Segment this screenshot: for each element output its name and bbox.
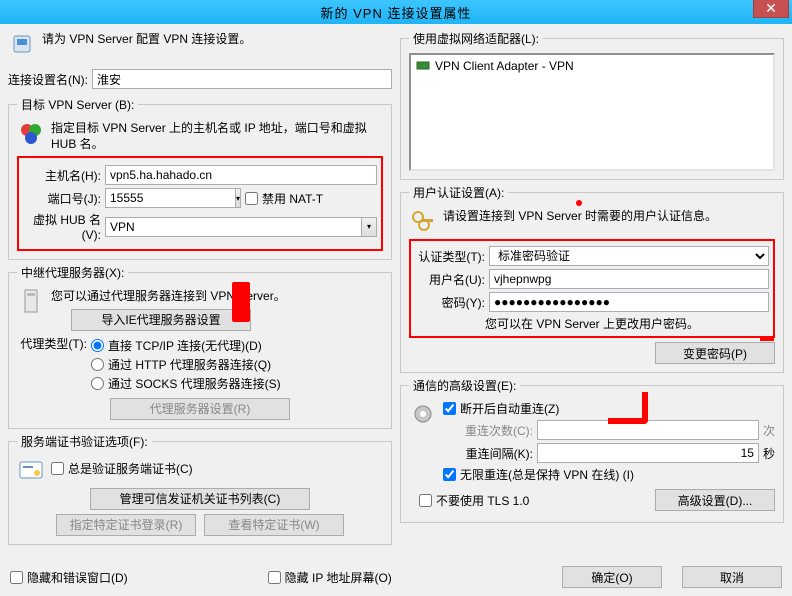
import-ie-button[interactable]: 导入IE代理服务器设置 xyxy=(71,309,251,331)
target-server-group: 目标 VPN Server (B): 指定目标 VPN Server 上的主机名… xyxy=(8,96,392,260)
proxy-direct-radio[interactable] xyxy=(91,339,104,352)
retry-interval-input[interactable] xyxy=(537,443,759,463)
cert-legend: 服务端证书验证选项(F): xyxy=(17,433,152,450)
target-server-legend: 目标 VPN Server (B): xyxy=(17,96,138,113)
disable-nat-checkbox[interactable] xyxy=(245,192,258,205)
hide-ip-checkbox[interactable] xyxy=(268,571,281,584)
hide-err-checkbox[interactable] xyxy=(10,571,23,584)
hide-err-label: 隐藏和错误窗口(D) xyxy=(27,569,128,586)
infinite-retry-checkbox[interactable] xyxy=(443,468,456,481)
host-input[interactable] xyxy=(105,165,377,185)
cert-always-checkbox[interactable] xyxy=(51,462,64,475)
auto-reconnect-label: 断开后自动重连(Z) xyxy=(460,400,559,417)
change-pass-button[interactable]: 变更密码(P) xyxy=(655,342,775,364)
conn-name-input[interactable] xyxy=(92,69,392,89)
proxy-http-radio[interactable] xyxy=(91,358,104,371)
adv-settings-button[interactable]: 高级设置(D)... xyxy=(655,489,775,511)
hub-dropdown-arrow[interactable]: ▾ xyxy=(361,217,377,237)
no-tls10-label: 不要使用 TLS 1.0 xyxy=(436,492,529,509)
pass-label: 密码(Y): xyxy=(415,294,485,311)
target-desc: 指定目标 VPN Server 上的主机名或 IP 地址，端口号和虚拟 HUB … xyxy=(51,119,383,152)
keys-icon xyxy=(409,207,437,235)
window-title: 新的 VPN 连接设置属性 xyxy=(321,3,472,22)
advanced-group: 通信的高级设置(E): 断开后自动重连(Z) 重连次数(C): 次 重连间隔(K… xyxy=(400,377,784,523)
cert-manage-button[interactable]: 管理可信发证机关证书列表(C) xyxy=(90,488,310,510)
adapter-item-label: VPN Client Adapter - VPN xyxy=(435,59,574,73)
conn-name-label: 连接设置名(N): xyxy=(8,71,88,88)
retry-count-label: 重连次数(C): xyxy=(443,422,533,439)
proxy-type-label: 代理类型(T): xyxy=(17,335,87,352)
cert-always-label: 总是验证服务端证书(C) xyxy=(68,460,193,477)
auth-type-label: 认证类型(T): xyxy=(415,248,485,265)
proxy-direct-label: 直接 TCP/IP 连接(无代理)(D) xyxy=(108,337,262,354)
adapter-listbox[interactable]: VPN Client Adapter - VPN xyxy=(409,53,775,171)
gear-icon xyxy=(409,400,437,428)
proxy-socks-label: 通过 SOCKS 代理服务器连接(S) xyxy=(108,375,281,392)
cert-group: 服务端证书验证选项(F): 总是验证服务端证书(C) 管理可信发证机关证书列表(… xyxy=(8,433,392,545)
no-tls10-checkbox[interactable] xyxy=(419,494,432,507)
pass-hint: 您可以在 VPN Server 上更改用户密码。 xyxy=(415,315,769,332)
auth-group: 用户认证设置(A): 请设置连接到 VPN Server 时需要的用户认证信息。… xyxy=(400,184,784,373)
port-input[interactable] xyxy=(105,188,235,208)
adapter-legend: 使用虚拟网络适配器(L): xyxy=(409,30,543,47)
cancel-button[interactable]: 取消 xyxy=(682,566,782,588)
advanced-legend: 通信的高级设置(E): xyxy=(409,377,520,394)
proxy-server-icon xyxy=(17,287,45,315)
auth-desc: 请设置连接到 VPN Server 时需要的用户认证信息。 xyxy=(443,207,717,225)
close-button[interactable]: ✕ xyxy=(753,0,789,18)
user-label: 用户名(U): xyxy=(415,271,485,288)
hub-input[interactable] xyxy=(105,217,361,237)
proxy-settings-button: 代理服务器设置(R) xyxy=(110,398,290,420)
vpn-icon xyxy=(8,30,36,58)
retry-count-unit: 次 xyxy=(763,422,775,439)
retry-interval-unit: 秒 xyxy=(763,445,775,462)
server-globe-icon xyxy=(17,119,45,147)
port-dropdown-arrow[interactable]: ▾ xyxy=(235,188,241,208)
adapter-item-icon xyxy=(415,60,431,72)
ok-button[interactable]: 确定(O) xyxy=(562,566,662,588)
proxy-desc: 您可以通过代理服务器连接到 VPN Server。 xyxy=(51,287,383,305)
infinite-retry-label: 无限重连(总是保持 VPN 在线) (I) xyxy=(460,466,634,483)
auth-legend: 用户认证设置(A): xyxy=(409,184,508,201)
auth-type-select[interactable]: 标准密码验证 xyxy=(489,246,769,266)
cert-specify-button: 指定特定证书登录(R) xyxy=(56,514,196,536)
retry-interval-label: 重连间隔(K): xyxy=(443,445,533,462)
hub-label: 虚拟 HUB 名(V): xyxy=(21,211,101,242)
pass-input[interactable] xyxy=(489,292,769,312)
proxy-legend: 中继代理服务器(X): xyxy=(17,264,128,281)
adapter-group: 使用虚拟网络适配器(L): VPN Client Adapter - VPN xyxy=(400,30,784,180)
proxy-http-label: 通过 HTTP 代理服务器连接(Q) xyxy=(108,356,271,373)
cert-view-button: 查看特定证书(W) xyxy=(204,514,344,536)
proxy-socks-radio[interactable] xyxy=(91,377,104,390)
host-label: 主机名(H): xyxy=(21,167,101,184)
cert-icon xyxy=(17,456,45,484)
retry-count-input xyxy=(537,420,759,440)
port-label: 端口号(J): xyxy=(21,190,101,207)
auto-reconnect-checkbox[interactable] xyxy=(443,402,456,415)
user-input[interactable] xyxy=(489,269,769,289)
config-header-text: 请为 VPN Server 配置 VPN 连接设置。 xyxy=(42,30,251,48)
proxy-group: 中继代理服务器(X): 您可以通过代理服务器连接到 VPN Server。 导入… xyxy=(8,264,392,429)
disable-nat-label: 禁用 NAT-T xyxy=(262,190,323,207)
hide-ip-label: 隐藏 IP 地址屏幕(O) xyxy=(285,569,392,586)
